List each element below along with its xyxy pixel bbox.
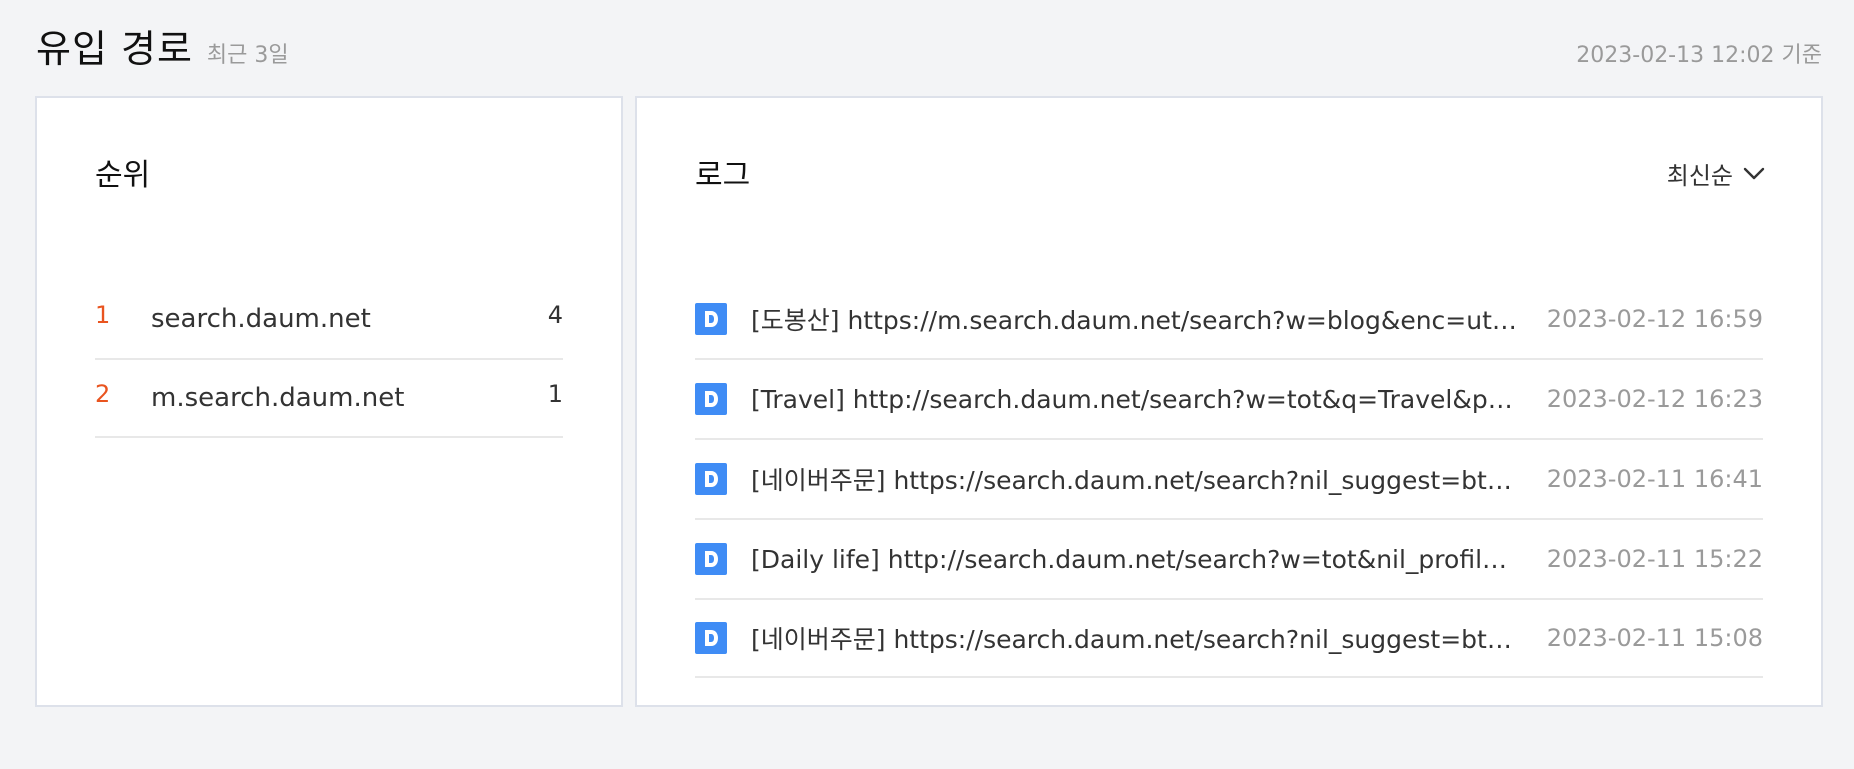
log-entry-time: 2023-02-12 16:59 [1546,305,1763,333]
rank-count: 4 [547,301,563,329]
log-entry-link[interactable]: [네이버주문] https://search.daum.net/search?n… [751,620,1521,656]
log-entry-link[interactable]: [도봉산] https://m.search.daum.net/search?w… [751,301,1521,337]
log-row: [Travel] http://search.daum.net/search?w… [695,358,1763,438]
log-entry-time: 2023-02-11 16:41 [1546,465,1763,493]
sort-dropdown[interactable]: 최신순 [1667,156,1765,191]
daum-icon [695,622,727,654]
log-entry-link[interactable]: [Daily life] http://search.daum.net/sear… [751,545,1521,574]
log-row: [도봉산] https://m.search.daum.net/search?w… [695,280,1763,358]
daum-icon [695,303,727,335]
rank-row: 2 m.search.daum.net 1 [95,358,563,438]
period-label: 최근 3일 [206,43,289,68]
rank-host: search.daum.net [151,304,371,334]
log-panel-title: 로그 [695,158,751,193]
log-row: [네이버주문] https://search.daum.net/search?n… [695,438,1763,518]
rank-number: 2 [95,380,111,408]
daum-icon [695,463,727,495]
rank-panel-title: 순위 [95,158,151,193]
log-row: [Daily life] http://search.daum.net/sear… [695,518,1763,598]
rank-number: 1 [95,301,111,329]
daum-icon [695,383,727,415]
log-panel: 로그 최신순 [도봉산] https://m.search.daum.net/s… [635,96,1823,707]
page-title: 유입 경로 [36,27,193,71]
rank-row: 1 search.daum.net 4 [95,280,563,358]
log-row: [네이버주문] https://search.daum.net/search?n… [695,598,1763,678]
log-entry-time: 2023-02-11 15:08 [1546,624,1763,652]
page-header: 유입 경로 최근 3일 2023-02-13 12:02 기준 [36,18,1822,74]
log-entry-time: 2023-02-11 15:22 [1546,545,1763,573]
log-entry-link[interactable]: [Travel] http://search.daum.net/search?w… [751,385,1521,414]
log-entry-time: 2023-02-12 16:23 [1546,385,1763,413]
rank-list: 1 search.daum.net 4 2 m.search.daum.net … [95,280,563,438]
rank-count: 1 [547,380,563,408]
rank-panel: 순위 1 search.daum.net 4 2 m.search.daum.n… [35,96,623,707]
rank-host: m.search.daum.net [151,383,405,413]
log-list: [도봉산] https://m.search.daum.net/search?w… [695,280,1763,678]
sort-dropdown-label: 최신순 [1666,162,1733,190]
daum-icon [695,543,727,575]
page: 유입 경로 최근 3일 2023-02-13 12:02 기준 순위 1 sea… [0,0,1854,769]
updated-timestamp: 2023-02-13 12:02 기준 [1576,43,1822,68]
log-entry-link[interactable]: [네이버주문] https://search.daum.net/search?n… [751,461,1521,497]
chevron-down-icon [1743,167,1765,179]
